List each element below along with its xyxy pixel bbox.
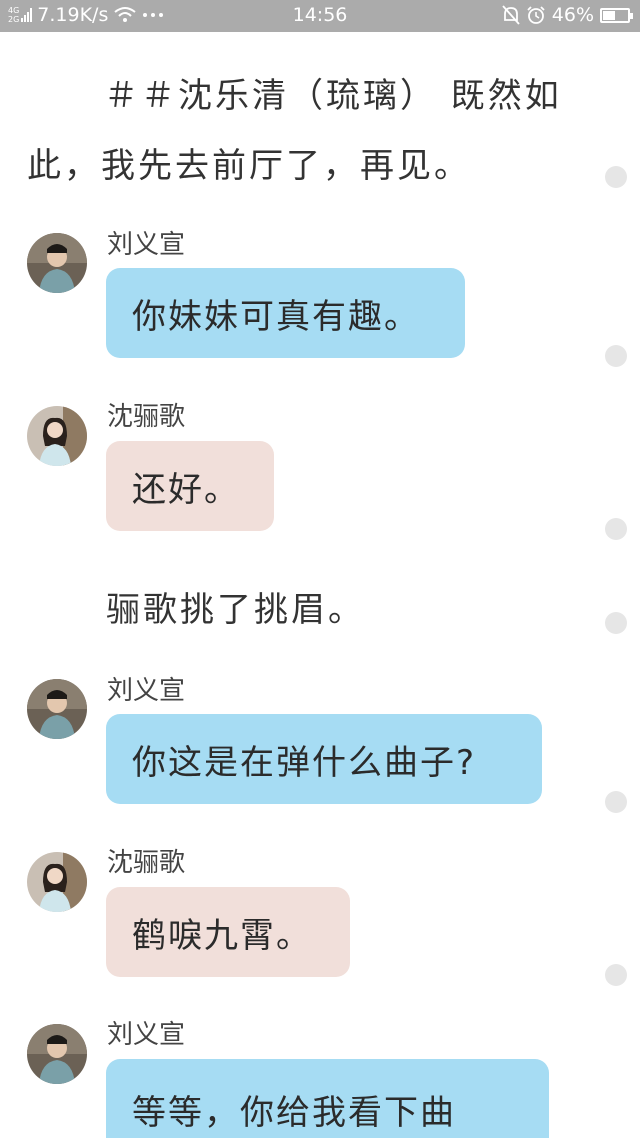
message-bubble: 你妹妹可真有趣。 [106, 268, 465, 358]
narration-line-1: ＃＃沈乐清（琉璃） 既然如 [104, 76, 562, 116]
status-bar: 4G 2G 7.19K/s 14:56 46% [0, 0, 640, 32]
narration-line-2: 此，我先去前厅了，再见。 [27, 146, 471, 186]
alarm-clock-icon [526, 5, 546, 25]
avatar-liu-yixuan [27, 1024, 87, 1084]
battery-level-fill [603, 10, 615, 20]
scroll-marker [605, 964, 627, 986]
speaker-name: 刘义宣 [107, 676, 186, 706]
avatar-liu-yixuan [27, 233, 87, 293]
message-bubble: 等等，你给我看下曲 [106, 1059, 549, 1138]
speaker-name: 刘义宣 [107, 230, 186, 260]
message-bubble: 你这是在弹什么曲子? [106, 714, 542, 804]
message-bubble: 还好。 [106, 441, 274, 531]
bell-off-icon [502, 5, 520, 25]
speaker-name: 沈骊歌 [107, 848, 186, 878]
scroll-marker [605, 345, 627, 367]
battery-percent: 46% [551, 4, 594, 26]
speaker-name: 沈骊歌 [107, 402, 186, 432]
scroll-marker [605, 612, 627, 634]
scroll-marker [605, 166, 627, 188]
avatar-shen-lige [27, 406, 87, 466]
battery-icon [600, 7, 633, 23]
status-right: 46% [496, 4, 633, 26]
avatar-shen-lige [27, 852, 87, 912]
scroll-marker [605, 518, 627, 540]
speaker-name: 刘义宣 [107, 1020, 186, 1050]
narration-text: 骊歌挑了挑眉。 [106, 590, 365, 630]
avatar-liu-yixuan [27, 679, 87, 739]
scroll-marker [605, 791, 627, 813]
message-bubble: 鹤唳九霄。 [106, 887, 350, 977]
